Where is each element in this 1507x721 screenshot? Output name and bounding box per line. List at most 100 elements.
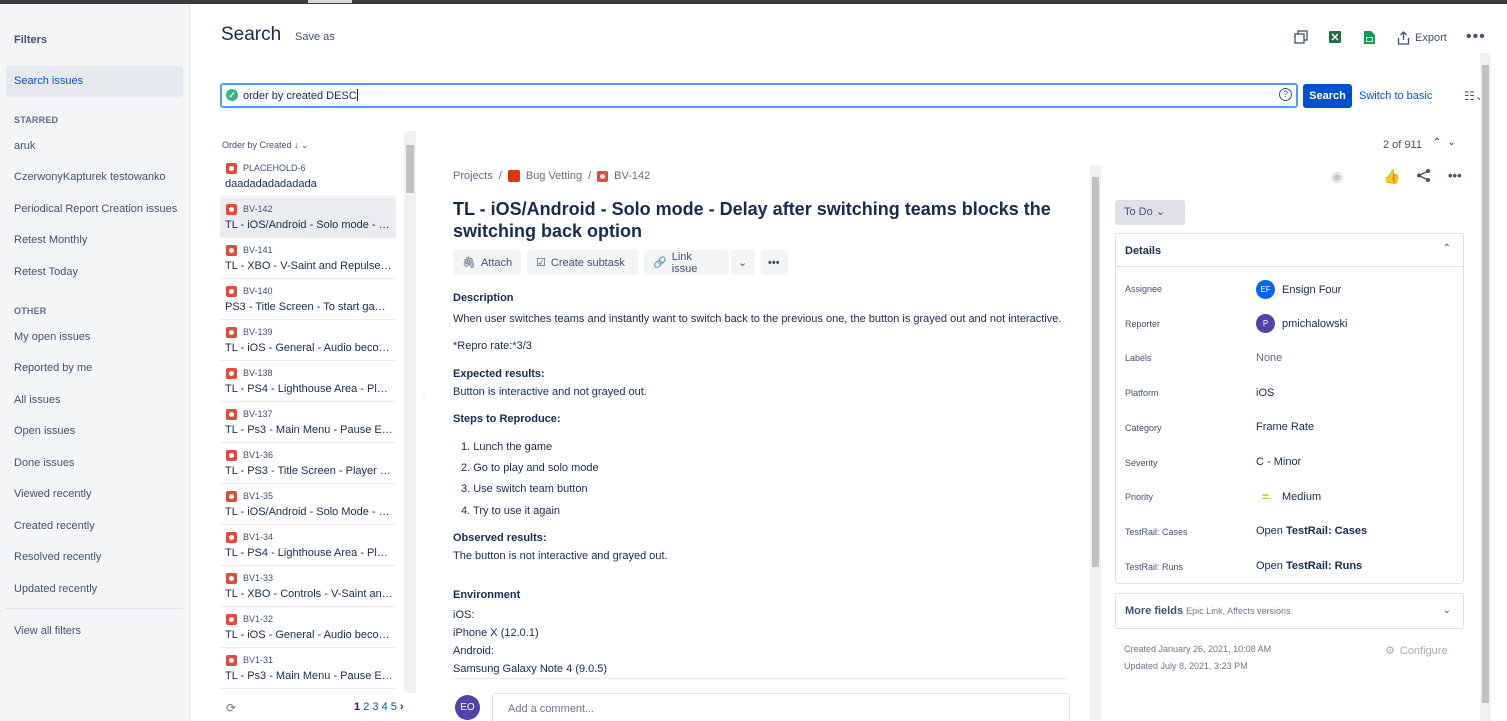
page-current[interactable]: 1 (354, 701, 360, 713)
field-value-testrail-cases[interactable]: Open TestRail: Cases (1256, 525, 1367, 537)
export-button[interactable]: Export (1397, 27, 1447, 49)
switch-to-basic-link[interactable]: Switch to basic (1359, 90, 1432, 102)
issue-list-item[interactable]: BV-141 TL - XBO - V-Saint and Repulse - M… (220, 239, 396, 279)
issue-list-item[interactable]: BV-137 TL - Ps3 - Main Menu - Pause Error… (220, 403, 396, 443)
more-actions-icon[interactable]: ••• (1466, 28, 1486, 46)
issue-list-item[interactable]: BV1-33 TL - XBO - Controls - V-Saint and … (220, 567, 396, 607)
issue-key: BV-142 (243, 204, 273, 214)
vote-icon[interactable]: 👍 (1383, 168, 1400, 185)
page-link[interactable]: 5 (391, 701, 397, 713)
issue-list-item[interactable]: BV1-35 TL - iOS/Android - Solo Mode - Del… (220, 485, 396, 525)
google-sheets-icon[interactable] (1360, 28, 1378, 46)
watch-icon[interactable]: ◉ (1331, 168, 1343, 185)
comment-input[interactable]: Add a comment... (492, 693, 1070, 721)
issue-list-item[interactable]: BV-140 PS3 - Title Screen - To start game… (220, 280, 396, 320)
link-icon: 🔗 (653, 257, 667, 269)
sidebar-item-view-all-filters[interactable]: View all filters (6, 616, 183, 647)
details-header[interactable]: Details ⌃ (1116, 234, 1463, 267)
issue-list-item[interactable]: BV-139 TL - iOS - General - Audio becomes… (220, 321, 396, 361)
sidebar-item-reported-by-me[interactable]: Reported by me (6, 353, 183, 384)
field-value-priority[interactable]: = Medium (1256, 490, 1321, 504)
sidebar-item-retest-monthly[interactable]: Retest Monthly (6, 225, 183, 256)
copy-icon[interactable] (1292, 28, 1310, 46)
sidebar-title: Filters (14, 34, 48, 46)
sidebar-item-created-recently[interactable]: Created recently (6, 511, 183, 542)
sidebar-item-aruk[interactable]: aruk (6, 131, 183, 162)
breadcrumb-project[interactable]: Bug Vetting (526, 170, 582, 182)
issue-list-item[interactable]: BV1-34 TL - PS4 - Lighthouse Area - Playe… (220, 526, 396, 566)
issue-list-item[interactable]: BV1-32 TL - iOS - General - Audio becomes… (220, 608, 396, 648)
more-fields-panel[interactable]: More fields Epic Link, Affects versions ⌄ (1115, 593, 1464, 629)
detail-scrollbar[interactable] (1090, 165, 1101, 720)
sidebar-item-search-issues[interactable]: Search issues (6, 66, 183, 97)
detail-scrollbar-thumb[interactable] (1092, 177, 1099, 567)
field-value-testrail-runs[interactable]: Open TestRail: Runs (1256, 560, 1362, 572)
bug-icon (226, 286, 237, 297)
next-page-icon[interactable]: › (400, 701, 404, 713)
field-value-category[interactable]: Frame Rate (1256, 421, 1314, 433)
share-icon[interactable] (1416, 168, 1431, 186)
issue-key: BV1-36 (243, 450, 274, 460)
jql-search-input[interactable]: ✓ order by created DESC ? (220, 83, 1298, 108)
sidebar-item-retest-today[interactable]: Retest Today (6, 257, 183, 288)
issue-key: BV-141 (243, 245, 273, 255)
list-scrollbar-thumb[interactable] (406, 145, 414, 193)
breadcrumb-issue-key[interactable]: BV-142 (614, 170, 650, 182)
field-value-platform[interactable]: iOS (1256, 387, 1274, 399)
list-scrollbar[interactable] (404, 131, 416, 693)
issue-nav-arrows[interactable]: ⌃⌄ (1433, 137, 1462, 148)
field-value-severity[interactable]: C - Minor (1256, 456, 1301, 468)
issue-title[interactable]: TL - iOS/Android - Solo mode - Delay aft… (453, 198, 1073, 242)
expected-heading: Expected results: (453, 368, 545, 380)
issue-list-item[interactable]: BV1-31 TL - Ps3 - Main Menu - Pause Error… (220, 649, 396, 689)
divider (453, 678, 1069, 679)
link-issue-dropdown[interactable]: ⌄ (731, 250, 755, 275)
bug-icon (226, 614, 237, 625)
sidebar-item-czerwonykapturek[interactable]: CzerwonyKapturek testowanko (6, 162, 183, 193)
issue-list-item[interactable]: BV-142 TL - iOS/Android - Solo mode - Del… (220, 198, 396, 238)
issue-key: BV-137 (243, 409, 273, 419)
field-value-labels[interactable]: None (1256, 352, 1282, 364)
field-label-category: Category (1125, 423, 1162, 433)
page-scrollbar-thumb[interactable] (1482, 65, 1489, 703)
more-options-icon[interactable]: ••• (1448, 168, 1462, 183)
breadcrumb-projects[interactable]: Projects (453, 170, 493, 182)
field-value-reporter[interactable]: Ppmichalowski (1256, 314, 1347, 333)
chevron-down-icon: ⌄ (1155, 206, 1166, 218)
page-scrollbar[interactable] (1480, 53, 1491, 721)
resize-handle[interactable]: ⋮ (420, 392, 428, 401)
status-dropdown[interactable]: To Do ⌄ (1115, 200, 1185, 225)
details-panel: Details ⌃ Assignee EF Ensign Four Reporte… (1115, 233, 1464, 584)
page-link[interactable]: 2 (363, 701, 369, 713)
order-by-dropdown[interactable]: Order by Created ↓ ⌄ (222, 140, 309, 151)
details-heading: Details (1125, 245, 1162, 257)
sidebar-item-done-issues[interactable]: Done issues (6, 448, 183, 479)
attach-button[interactable]: 🖇 Attach (453, 250, 521, 275)
page-link[interactable]: 4 (382, 701, 388, 713)
sidebar-item-my-open-issues[interactable]: My open issues (6, 322, 183, 353)
field-value-assignee[interactable]: EF Ensign Four (1256, 280, 1341, 299)
save-as-button[interactable]: Save as (295, 31, 335, 43)
sidebar-item-periodical-report[interactable]: Periodical Report Creation issues (6, 194, 183, 225)
issue-list-item[interactable]: BV-138 TL - PS4 - Lighthouse Area - Playe… (220, 362, 396, 402)
configure-button[interactable]: ⚙ Configure (1385, 644, 1448, 658)
sidebar-item-open-issues[interactable]: Open issues (6, 416, 183, 447)
link-issue-button[interactable]: 🔗 Link issue (644, 250, 729, 275)
sidebar-item-updated-recently[interactable]: Updated recently (6, 574, 183, 605)
sidebar-item-resolved-recently[interactable]: Resolved recently (6, 542, 183, 573)
step-item: 2. Go to play and solo mode (461, 462, 599, 474)
issue-key: BV1-33 (243, 573, 274, 583)
sidebar-item-viewed-recently[interactable]: Viewed recently (6, 479, 183, 510)
page-link[interactable]: 3 (372, 701, 378, 713)
issue-list-item[interactable]: BV1-36 TL - PS3 - Title Screen - Player c… (220, 444, 396, 484)
chevron-down-icon: ⌄ (738, 257, 748, 269)
refresh-icon[interactable]: ⟳ (226, 701, 236, 715)
sidebar-item-all-issues[interactable]: All issues (6, 385, 183, 416)
search-button[interactable]: Search (1303, 84, 1352, 108)
excel-icon[interactable] (1326, 28, 1344, 46)
create-subtask-button[interactable]: ☑ Create subtask (527, 250, 638, 275)
more-issue-actions-icon[interactable]: ••• (761, 250, 788, 275)
issue-list-item[interactable]: PLACEHOLD-6 daadadadadadada (220, 157, 396, 197)
sidebar-section-starred: STARRED (14, 115, 59, 125)
help-icon[interactable]: ? (1279, 88, 1292, 101)
